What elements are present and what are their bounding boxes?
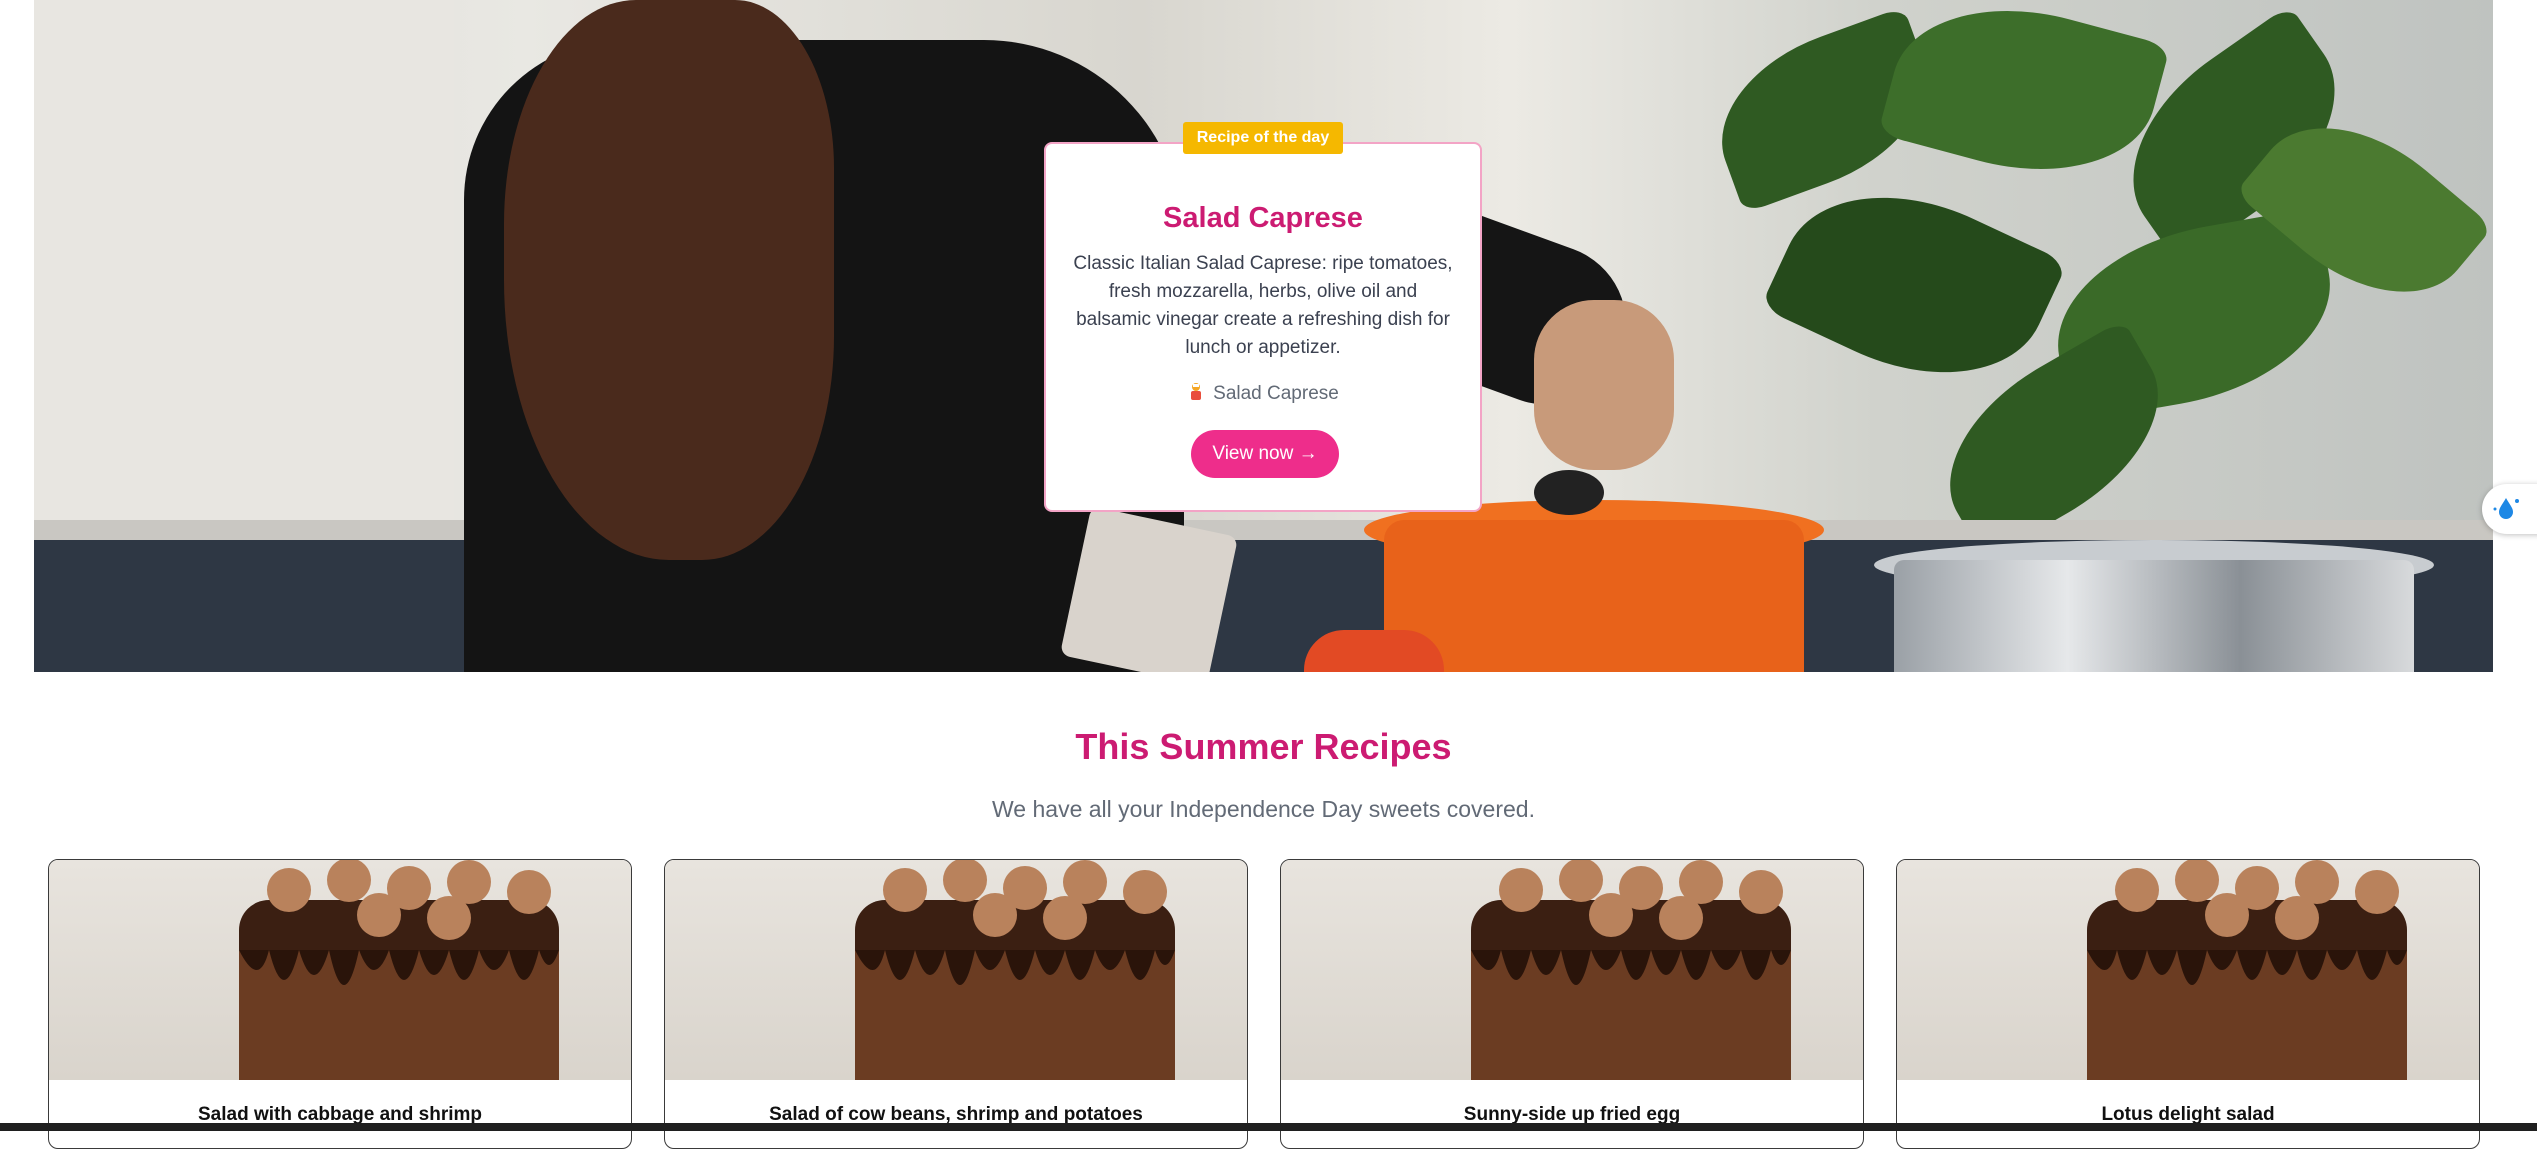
recipe-card[interactable]: Salad with cabbage and shrimp bbox=[48, 859, 632, 1149]
recipe-description: Classic Italian Salad Caprese: ripe toma… bbox=[1073, 253, 1453, 358]
recipe-of-the-day-card: Salad Caprese Classic Italian Salad Capr… bbox=[1044, 142, 1482, 512]
recipe-title: Salad Caprese bbox=[1163, 202, 1363, 234]
steel-pot bbox=[1894, 560, 2414, 672]
recipe-card[interactable]: Sunny-side up fried egg bbox=[1280, 859, 1864, 1149]
recipe-card[interactable]: Lotus delight salad bbox=[1896, 859, 2480, 1149]
recipe-card[interactable]: Salad of cow beans, shrimp and potatoes bbox=[664, 859, 1248, 1149]
side-widget-button[interactable] bbox=[2482, 484, 2537, 534]
plant-image bbox=[1634, 0, 2493, 561]
recipe-meta-label: Salad Caprese bbox=[1213, 383, 1339, 404]
recipe-image bbox=[1897, 860, 2479, 1080]
recipe-image bbox=[49, 860, 631, 1080]
recipe-image bbox=[665, 860, 1247, 1080]
recipe-image bbox=[1281, 860, 1863, 1080]
section-title: This Summer Recipes bbox=[1075, 726, 1452, 767]
recipe-of-the-day-badge: Recipe of the day bbox=[1183, 122, 1343, 154]
section-subtitle: We have all your Independence Day sweets… bbox=[992, 796, 1535, 822]
recipe-meta: Salad Caprese bbox=[1046, 382, 1480, 405]
view-now-button[interactable]: View now → bbox=[1191, 430, 1339, 478]
bottom-bar bbox=[0, 1123, 2537, 1131]
chef-icon bbox=[1187, 382, 1205, 402]
